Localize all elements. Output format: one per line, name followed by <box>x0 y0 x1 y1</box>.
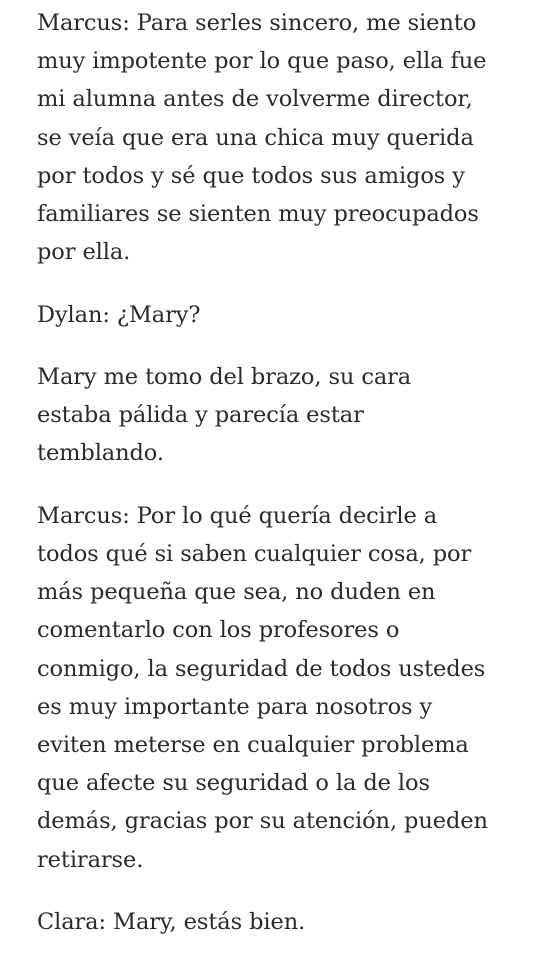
text-line: temblando. <box>37 440 164 467</box>
text-line: mi alumna antes de volverme director, <box>37 86 473 113</box>
text-line: retirarse. <box>37 846 144 873</box>
text-line: se veía que era una chica muy querida <box>37 124 474 151</box>
paragraph-marcus-speech-1: Marcus: Para serles sincero, me siento m… <box>37 4 517 271</box>
text-line: Mary me tomo del brazo, su cara <box>37 364 412 390</box>
text-line: Marcus: Por lo qué quería decirle a <box>37 502 438 529</box>
text-line: por todos y sé que todos sus amigos y <box>37 162 465 189</box>
text-line: Marcus: Para serles sincero, me siento <box>37 10 477 36</box>
text-line: comentarlo con los profesores o <box>37 617 400 644</box>
text-line: todos qué si saben cualquier cosa, por <box>37 541 472 567</box>
text-line: es muy importante para nosotros y <box>37 693 433 720</box>
paragraph-clara-speech: Clara: Mary, estás bien. <box>37 903 517 941</box>
text-line: estaba pálida y parecía estar <box>37 402 364 429</box>
text-line: más pequeña que sea, no duden en <box>37 579 436 606</box>
text-line: conmigo, la seguridad de todos ustedes <box>37 655 486 682</box>
text-line: por ella. <box>37 239 131 266</box>
text-line: familiares se sienten muy preocupados <box>37 201 479 228</box>
story-text: Marcus: Para serles sincero, me siento m… <box>37 4 517 965</box>
text-line: Clara: Mary, estás bien. <box>37 909 306 936</box>
paragraph-marcus-speech-2: Marcus: Por lo qué quería decirle a todo… <box>37 497 517 879</box>
text-line: que afecte su seguridad o la de los <box>37 770 430 797</box>
text-line: Dylan: ¿Mary? <box>37 301 201 328</box>
text-line: demás, gracias por su atención, pueden <box>37 808 488 835</box>
text-line: eviten meterse en cualquier problema <box>37 732 469 759</box>
text-line: muy impotente por lo que paso, ella fue <box>37 48 487 75</box>
paragraph-narration: Mary me tomo del brazo, su cara estaba p… <box>37 358 517 473</box>
paragraph-dylan-speech: Dylan: ¿Mary? <box>37 296 517 334</box>
